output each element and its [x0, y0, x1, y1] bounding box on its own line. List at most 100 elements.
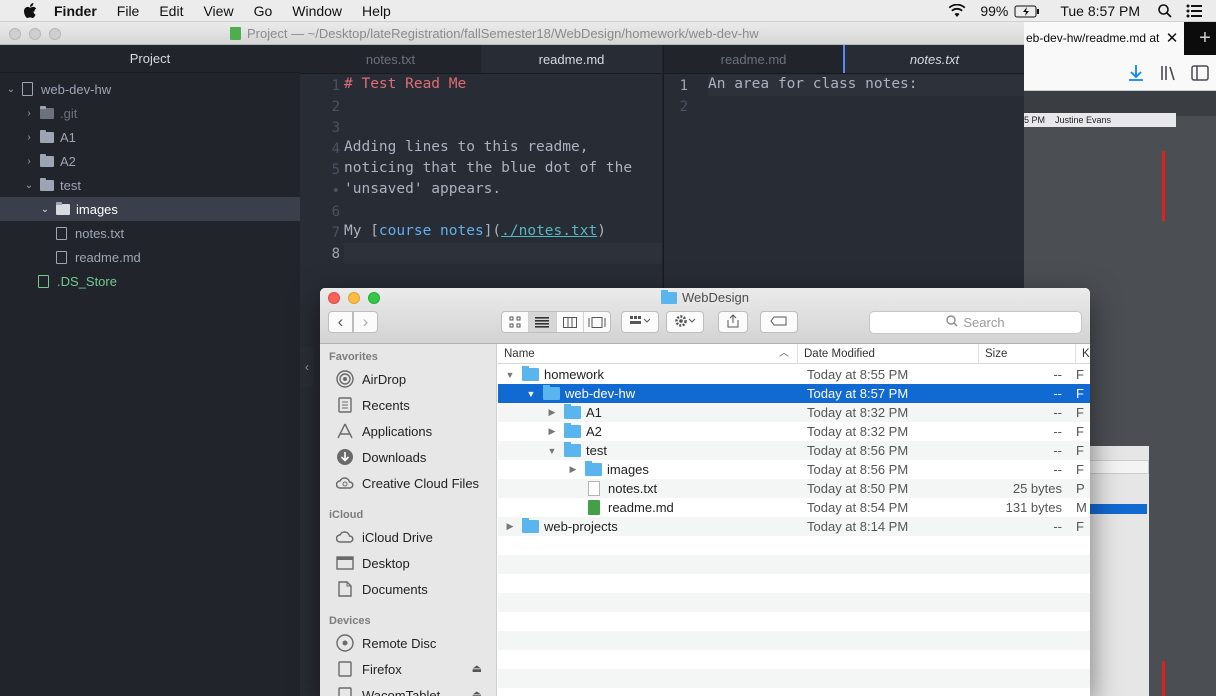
menu-edit[interactable]: Edit: [159, 3, 183, 19]
sidebar-item-recents[interactable]: Recents: [336, 392, 410, 418]
tree-item-readme[interactable]: readme.md: [0, 245, 300, 269]
wifi-icon[interactable]: [948, 4, 966, 18]
tree-item-label: readme.md: [75, 249, 141, 265]
battery-icon[interactable]: [1014, 5, 1040, 18]
collapse-tree-handle[interactable]: ‹: [300, 347, 314, 387]
file-name: readme.md: [608, 500, 674, 515]
file-row-web-dev-hw[interactable]: ▼ web-dev-hw Today at 8:57 PM -- F: [498, 384, 1090, 403]
apple-menu-icon[interactable]: [20, 2, 40, 19]
icon-view-button[interactable]: [502, 312, 530, 332]
disclosure-open-icon[interactable]: ▼: [504, 370, 516, 380]
tab-notes-txt[interactable]: notes.txt: [300, 45, 481, 73]
sidebar-item-wacom[interactable]: WacomTablet: [336, 682, 486, 696]
search-field[interactable]: Search: [869, 311, 1082, 334]
notification-center-icon[interactable]: [1186, 4, 1202, 18]
list-view-button[interactable]: [529, 312, 557, 332]
chevron-down-icon[interactable]: ⌄: [22, 180, 36, 191]
disclosure-open-icon[interactable]: ▼: [546, 446, 558, 456]
code-line-link: My [course notes](./notes.txt): [344, 223, 606, 239]
sidebar-item-documents[interactable]: Documents: [336, 576, 428, 602]
tree-item-notes[interactable]: notes.txt: [0, 221, 300, 245]
tab-readme-md[interactable]: readme.md: [664, 45, 843, 73]
sidebar-item-firefox-volume[interactable]: Firefox: [336, 656, 486, 682]
gallery-view-button[interactable]: [584, 312, 610, 332]
tree-item-root[interactable]: ⌄ web-dev-hw: [0, 77, 300, 101]
minimize-window-button[interactable]: [29, 28, 41, 40]
tree-item-images[interactable]: ⌄ images: [0, 197, 300, 221]
chevron-down-icon[interactable]: ⌄: [38, 204, 52, 215]
link-url[interactable]: ./notes.txt: [501, 223, 597, 239]
menu-file[interactable]: File: [117, 3, 140, 19]
library-icon[interactable]: [1160, 65, 1177, 84]
file-row-images[interactable]: ▶ images Today at 8:56 PM -- F: [498, 460, 1090, 479]
chevron-right-icon[interactable]: ›: [22, 156, 36, 167]
clock[interactable]: Tue 8:57 PM: [1060, 3, 1140, 19]
close-window-button[interactable]: [9, 28, 21, 40]
group-by-button[interactable]: [621, 311, 659, 333]
column-header-kind[interactable]: K: [1076, 344, 1090, 364]
chevron-down-icon[interactable]: ⌄: [4, 84, 18, 95]
sidebar-item-airdrop[interactable]: AirDrop: [336, 366, 406, 392]
sidebar-section-devices: Devices: [329, 615, 371, 627]
chevron-right-icon[interactable]: ›: [22, 108, 36, 119]
back-button[interactable]: ‹: [328, 311, 353, 333]
chevron-right-icon: ›: [362, 312, 369, 331]
tree-item-test[interactable]: ⌄ test: [0, 173, 300, 197]
eject-icon[interactable]: ⏏: [472, 662, 482, 675]
sidebar-item-remote-disc[interactable]: Remote Disc: [336, 630, 436, 656]
sidebar-icon[interactable]: [1191, 65, 1209, 84]
menu-finder[interactable]: Finder: [54, 3, 97, 19]
tags-button[interactable]: [760, 311, 798, 333]
menu-view[interactable]: View: [203, 3, 233, 19]
finder-window: WebDesign ‹ › Search Favorites AirDrop R…: [320, 288, 1090, 696]
share-button[interactable]: [718, 311, 748, 333]
disclosure-closed-icon[interactable]: ▶: [567, 464, 579, 475]
column-view-button[interactable]: [557, 312, 584, 332]
column-header-date[interactable]: Date Modified: [798, 343, 979, 364]
disclosure-closed-icon[interactable]: ▶: [504, 521, 516, 532]
file-row-a2[interactable]: ▶ A2 Today at 8:32 PM -- F: [498, 422, 1090, 441]
zoom-window-button[interactable]: [49, 28, 61, 40]
sidebar-item-icloud-drive[interactable]: iCloud Drive: [336, 524, 433, 550]
column-header-size[interactable]: Size: [979, 343, 1076, 364]
file-row-readme[interactable]: readme.md Today at 8:54 PM 131 bytes M: [498, 498, 1090, 517]
disclosure-closed-icon[interactable]: ▶: [546, 426, 558, 437]
tree-item-a1[interactable]: › A1: [0, 125, 300, 149]
eject-icon[interactable]: ⏏: [472, 688, 482, 696]
tab-notes-txt[interactable]: notes.txt: [843, 45, 1024, 73]
menu-go[interactable]: Go: [254, 3, 273, 19]
battery-percent[interactable]: 99%: [980, 3, 1008, 19]
forward-button[interactable]: ›: [353, 311, 378, 333]
line-number: 5: [331, 162, 340, 178]
action-button[interactable]: [666, 311, 704, 333]
disclosure-open-icon[interactable]: ▼: [525, 389, 537, 399]
sidebar-item-creative-cloud[interactable]: Creative Cloud Files: [336, 470, 479, 496]
folder-icon: [56, 201, 70, 215]
tab-readme-md[interactable]: readme.md: [481, 45, 662, 73]
file-row-homework[interactable]: ▼ homework Today at 8:55 PM -- F: [498, 365, 1090, 384]
tree-item-ds-store[interactable]: .DS_Store: [0, 269, 300, 293]
finder-sidebar: Favorites AirDrop Recents Applications D…: [320, 344, 497, 696]
file-row-a1[interactable]: ▶ A1 Today at 8:32 PM -- F: [498, 403, 1090, 422]
arrange-icon: [630, 315, 651, 329]
new-tab-icon[interactable]: +: [1194, 22, 1216, 55]
file-row-test[interactable]: ▼ test Today at 8:56 PM -- F: [498, 441, 1090, 460]
tree-item-git[interactable]: › .git: [0, 101, 300, 125]
line-number: 1: [331, 78, 340, 94]
sidebar-item-downloads[interactable]: Downloads: [336, 444, 426, 470]
column-header-name[interactable]: Name ︿: [498, 343, 798, 364]
spotlight-icon[interactable]: [1158, 4, 1172, 18]
menu-window[interactable]: Window: [292, 3, 342, 19]
tree-item-label: A2: [60, 153, 76, 169]
sidebar-item-applications[interactable]: Applications: [336, 418, 432, 444]
file-row-notes[interactable]: notes.txt Today at 8:50 PM 25 bytes P: [498, 479, 1090, 498]
chevron-right-icon[interactable]: ›: [22, 132, 36, 143]
folder-icon: [543, 385, 560, 400]
close-tab-icon[interactable]: ✕: [1160, 22, 1184, 55]
menu-help[interactable]: Help: [362, 3, 391, 19]
download-icon[interactable]: [1128, 64, 1144, 85]
disclosure-closed-icon[interactable]: ▶: [546, 407, 558, 418]
tree-item-a2[interactable]: › A2: [0, 149, 300, 173]
sidebar-item-desktop[interactable]: Desktop: [336, 550, 410, 576]
file-row-web-projects[interactable]: ▶ web-projects Today at 8:14 PM -- F: [498, 517, 1090, 536]
